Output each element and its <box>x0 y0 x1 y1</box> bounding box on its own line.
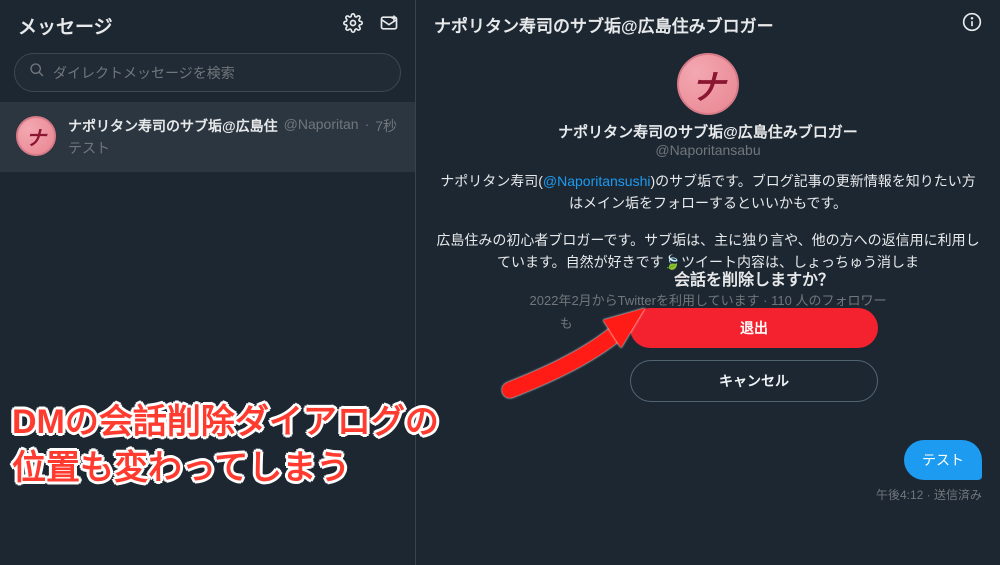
search-icon <box>29 62 45 83</box>
dm-item-name: ナポリタン寿司のサブ垢@広島住 <box>68 116 278 136</box>
bio-mention-link[interactable]: @Naporitansushi <box>543 173 651 189</box>
dm-item-sep: · <box>365 116 370 136</box>
messages-pane: メッセージ ナ ナポリタン寿司のサブ垢@広島住 @Naporitan <box>0 0 416 565</box>
dialog-title: 会話を削除しますか？ <box>630 266 878 290</box>
messages-header-actions <box>343 13 399 38</box>
dm-item-time: 7秒 <box>375 116 397 136</box>
profile-display-name: ナポリタン寿司のサブ垢@広島住みブロガー <box>434 121 982 142</box>
profile-bio: ナポリタン寿司(@Naporitansushi)のサブ垢です。ブログ記事の更新情… <box>434 170 982 215</box>
avatar: ナ <box>16 116 56 156</box>
sent-message-bubble[interactable]: テスト <box>904 440 982 480</box>
dm-item-body: ナポリタン寿司のサブ垢@広島住 @Naporitan · 7秒 テスト <box>68 116 399 158</box>
dm-search-input[interactable] <box>53 65 386 81</box>
dm-conversation-item[interactable]: ナ ナポリタン寿司のサブ垢@広島住 @Naporitan · 7秒 テスト <box>0 102 415 172</box>
bio-text-1: ナポリタン寿司( <box>440 173 543 189</box>
dialog-cancel-button[interactable]: キャンセル <box>630 360 878 402</box>
profile-handle: @Naporitansabu <box>434 142 982 158</box>
chat-area: テスト 午後4:12 · 送信済み <box>876 440 982 503</box>
info-icon[interactable] <box>962 12 982 37</box>
settings-icon[interactable] <box>343 13 363 38</box>
dm-item-handle: @Naporitan <box>284 116 359 136</box>
dm-item-header: ナポリタン寿司のサブ垢@広島住 @Naporitan · 7秒 <box>68 116 399 136</box>
profile-avatar: ナ <box>677 53 739 115</box>
meta2-a: も <box>560 316 573 331</box>
messages-header: メッセージ <box>0 0 415 49</box>
conversation-title: ナポリタン寿司のサブ垢@広島住みブロガー <box>434 12 774 37</box>
dm-list: ナ ナポリタン寿司のサブ垢@広島住 @Naporitan · 7秒 テスト <box>0 102 415 565</box>
dm-search-wrap <box>0 49 415 102</box>
conversation-header: ナポリタン寿司のサブ垢@広島住みブロガー <box>416 0 1000 47</box>
dm-item-preview: テスト <box>68 138 399 158</box>
dialog-leave-button[interactable]: 退出 <box>630 308 878 348</box>
messages-title: メッセージ <box>18 12 113 39</box>
sent-message-meta: 午後4:12 · 送信済み <box>876 486 982 503</box>
delete-conversation-dialog: 会話を削除しますか？ 退出 キャンセル <box>630 266 878 414</box>
dm-search-box[interactable] <box>14 53 401 92</box>
new-message-icon[interactable] <box>379 13 399 38</box>
